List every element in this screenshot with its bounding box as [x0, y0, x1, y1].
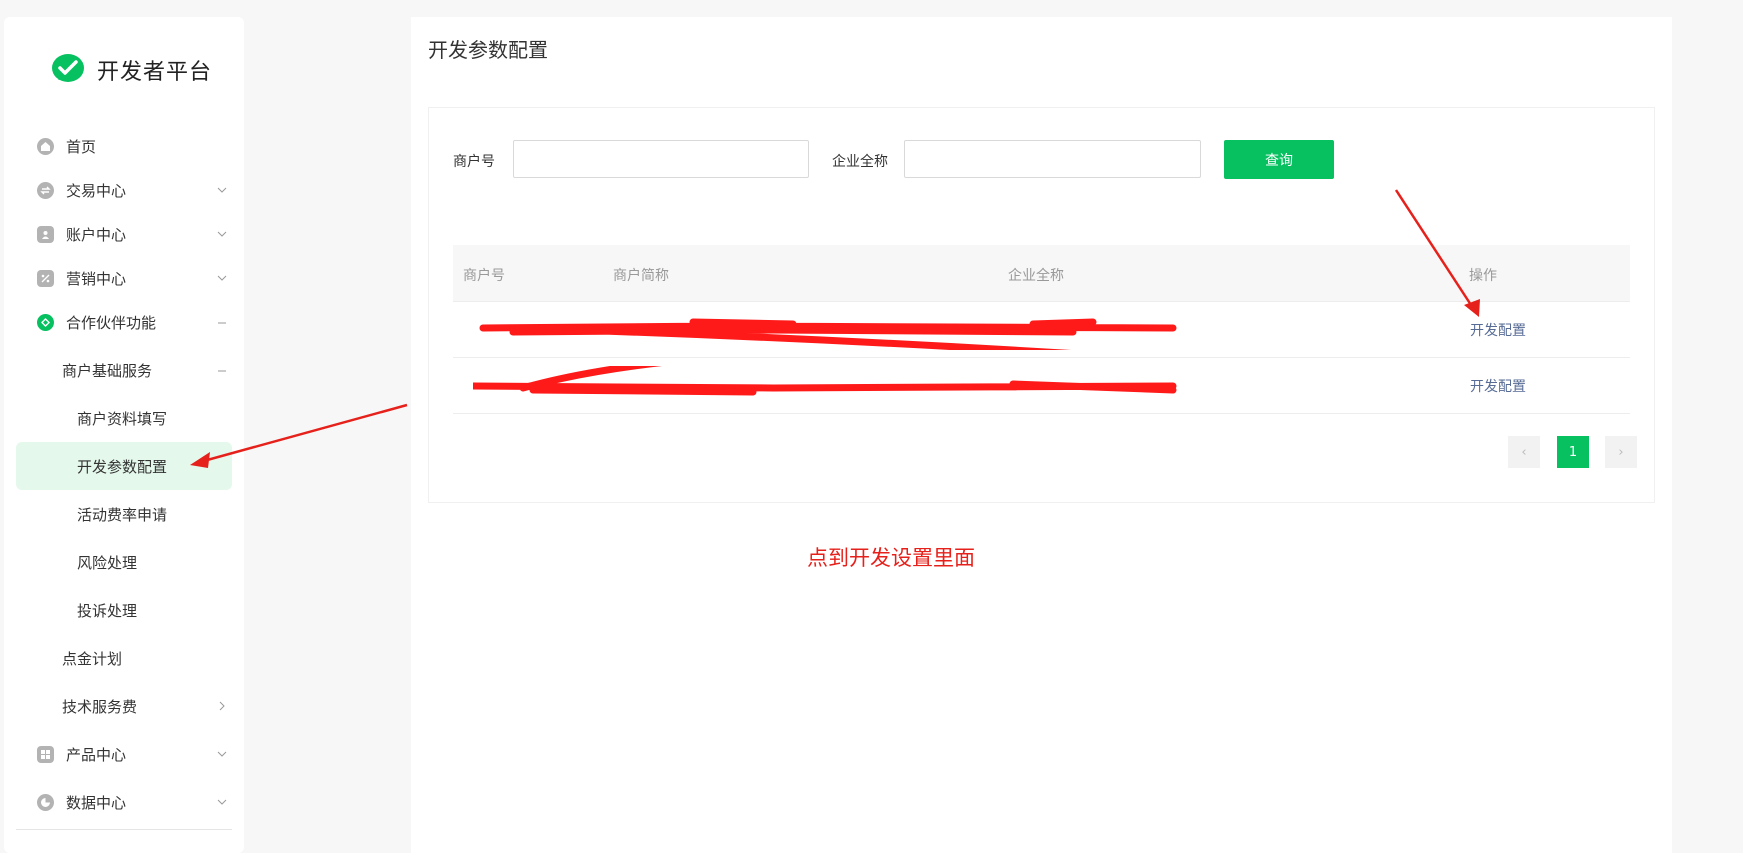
percent-icon [37, 269, 54, 287]
brand[interactable]: 开发者平台 [50, 52, 212, 88]
sidebar-item-merchant-basic-services[interactable]: 商户基础服务 [4, 346, 244, 394]
sidebar-item-label: 账户中心 [66, 225, 127, 244]
pie-chart-icon [37, 793, 54, 811]
query-button[interactable]: 查询 [1224, 140, 1334, 179]
sidebar-item-label: 产品中心 [66, 745, 127, 764]
next-page-button[interactable]: › [1605, 436, 1637, 468]
redaction-scribble [473, 366, 1177, 396]
sidebar-item-product-center[interactable]: 产品中心 [4, 730, 244, 778]
chevron-right-icon [219, 701, 225, 711]
sidebar-item-data-center[interactable]: 数据中心 [4, 778, 244, 826]
exchange-icon [37, 181, 54, 199]
page-1-button[interactable]: 1 [1557, 436, 1589, 468]
redaction-scribble [479, 318, 1177, 350]
sidebar-item-gold-plan[interactable]: 点金计划 [4, 634, 244, 682]
collapse-icon [218, 322, 226, 324]
column-header: 企业全称 [1008, 268, 1064, 284]
sidebar-item-label: 交易中心 [66, 181, 127, 200]
sidebar: 开发者平台 首页 交易中心 账户中心 营销中心 合作伙伴功能 商户基础服务 商户… [4, 17, 244, 853]
sidebar-item-label: 商户基础服务 [62, 361, 153, 380]
account-icon [37, 225, 54, 243]
sidebar-item-label: 风险处理 [77, 553, 138, 572]
company-name-input[interactable] [904, 140, 1201, 178]
table-row: 开发配置 [453, 358, 1630, 414]
sidebar-item-merchant-info[interactable]: 商户资料填写 [4, 394, 244, 442]
sidebar-item-partner-functions[interactable]: 合作伙伴功能 [4, 298, 244, 346]
sidebar-item-label: 活动费率申请 [77, 505, 168, 524]
sidebar-item-label: 数据中心 [66, 793, 127, 812]
sidebar-item-label: 营销中心 [66, 269, 127, 288]
column-header: 商户简称 [613, 268, 669, 284]
chevron-down-icon [217, 231, 227, 237]
page-title: 开发参数配置 [428, 38, 548, 62]
dev-config-link[interactable]: 开发配置 [1470, 320, 1526, 340]
table-row: 开发配置 [453, 302, 1630, 358]
sidebar-item-label: 技术服务费 [62, 697, 138, 716]
table-header: 商户号 商户简称 企业全称 操作 [453, 245, 1630, 302]
sidebar-divider [16, 829, 232, 830]
main-content: 开发参数配置 商户号 企业全称 查询 商户号 商户简称 企业全称 操作 开发配置… [411, 17, 1672, 853]
sidebar-item-activity-rate[interactable]: 活动费率申请 [4, 490, 244, 538]
sidebar-item-trade-center[interactable]: 交易中心 [4, 166, 244, 214]
chevron-down-icon [217, 799, 227, 805]
sidebar-item-label: 合作伙伴功能 [66, 313, 157, 332]
prev-page-button[interactable]: ‹ [1508, 436, 1540, 468]
wechat-pay-logo-icon [52, 54, 84, 82]
config-card: 商户号 企业全称 查询 商户号 商户简称 企业全称 操作 开发配置 开发配置 ‹… [428, 107, 1655, 503]
sidebar-item-tech-service-fee[interactable]: 技术服务费 [4, 682, 244, 730]
partner-icon [37, 313, 54, 331]
sidebar-item-label: 点金计划 [62, 649, 123, 668]
sidebar-item-dev-config[interactable]: 开发参数配置 [4, 442, 244, 490]
collapse-icon [218, 370, 226, 372]
sidebar-item-home[interactable]: 首页 [4, 122, 244, 170]
grid-icon [37, 745, 54, 763]
sidebar-item-marketing-center[interactable]: 营销中心 [4, 254, 244, 302]
home-icon [37, 137, 54, 155]
brand-name: 开发者平台 [97, 60, 213, 85]
company-name-label: 企业全称 [832, 154, 888, 170]
sidebar-item-label: 投诉处理 [77, 601, 138, 620]
dev-config-link[interactable]: 开发配置 [1470, 376, 1526, 396]
merchant-id-label: 商户号 [453, 154, 495, 170]
chevron-down-icon [217, 751, 227, 757]
sidebar-item-label: 首页 [66, 137, 97, 156]
column-header: 商户号 [463, 268, 505, 284]
sidebar-item-account-center[interactable]: 账户中心 [4, 210, 244, 258]
sidebar-item-label: 商户资料填写 [77, 409, 168, 428]
sidebar-item-risk-handling[interactable]: 风险处理 [4, 538, 244, 586]
sidebar-item-label: 开发参数配置 [77, 457, 168, 476]
sidebar-item-complaint-handling[interactable]: 投诉处理 [4, 586, 244, 634]
annotation-note: 点到开发设置里面 [807, 546, 975, 570]
chevron-down-icon [217, 275, 227, 281]
column-header: 操作 [1469, 268, 1497, 284]
merchant-id-input[interactable] [513, 140, 809, 178]
chevron-down-icon [217, 187, 227, 193]
